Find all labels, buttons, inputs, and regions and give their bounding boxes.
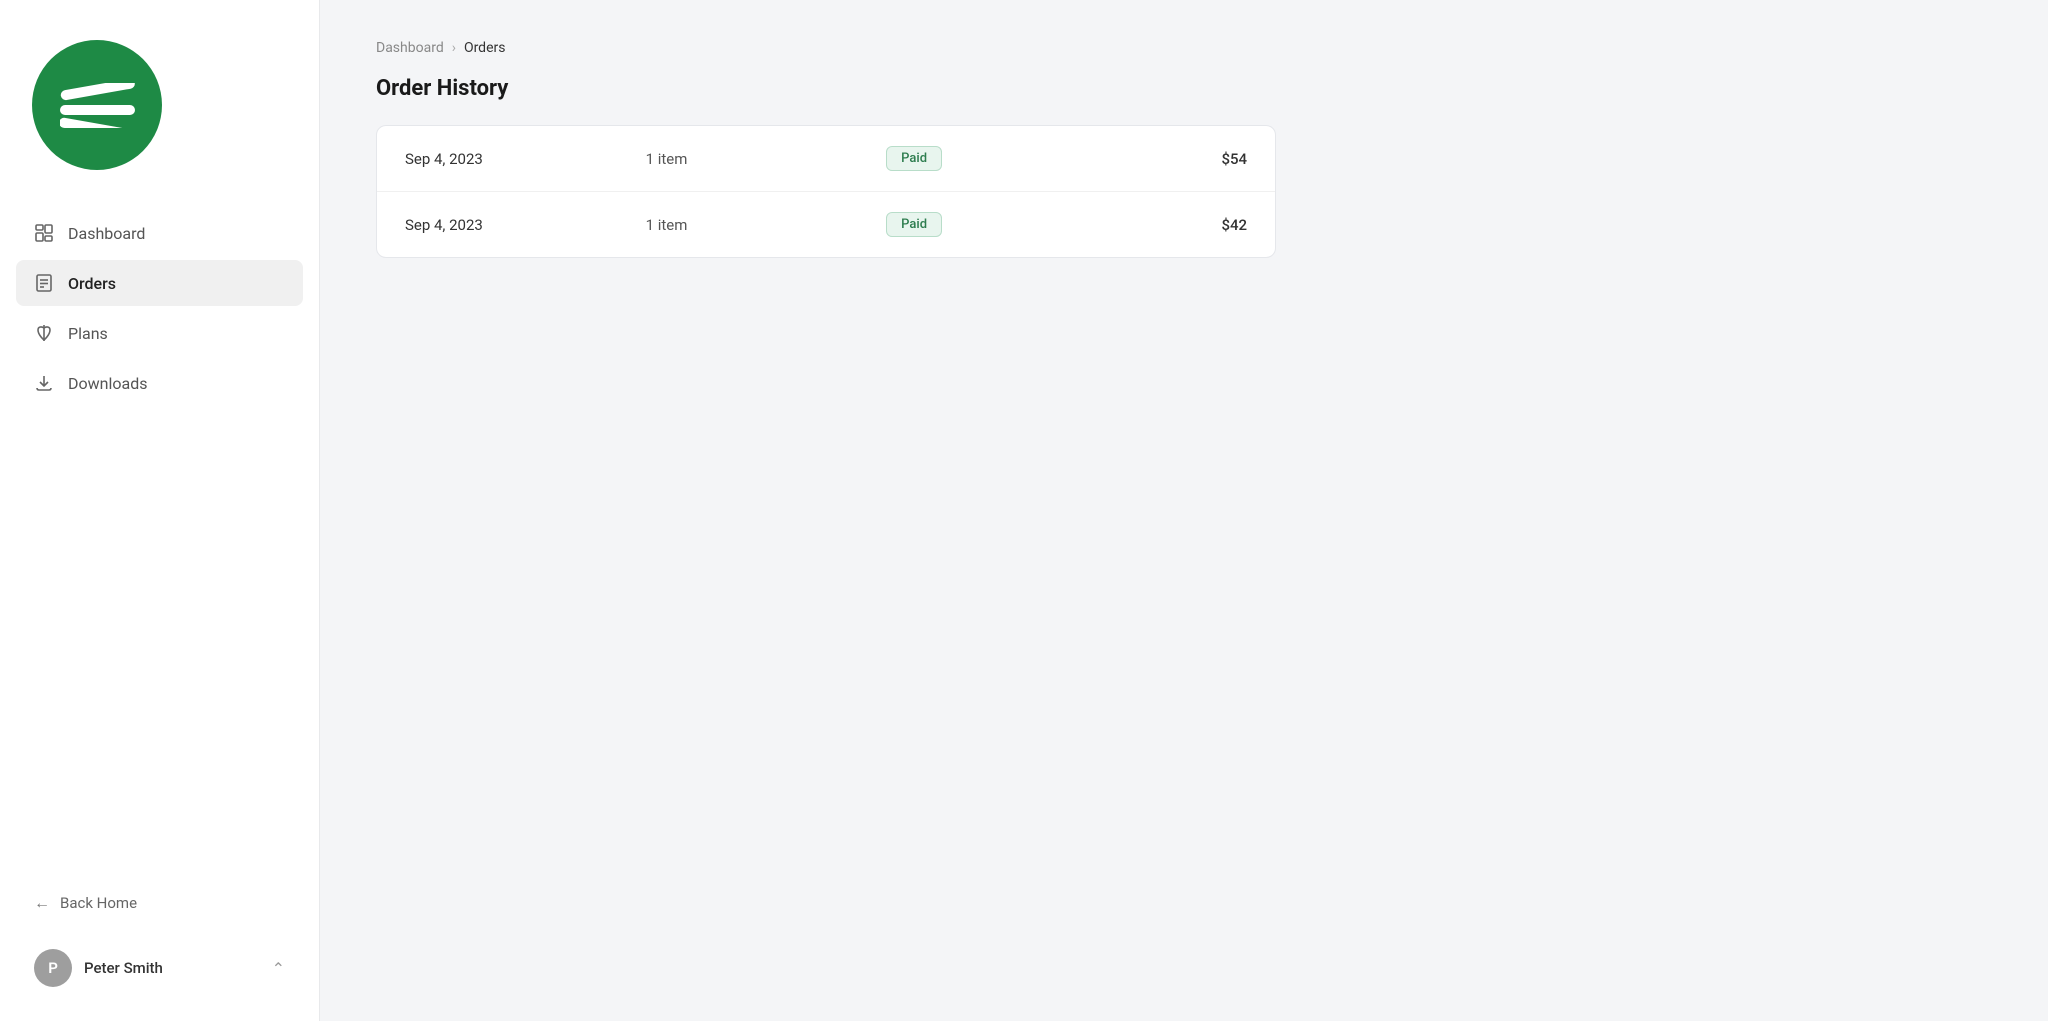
sidebar-item-orders-label: Orders (68, 274, 116, 293)
sidebar-item-dashboard[interactable]: Dashboard (16, 210, 303, 256)
downloads-icon (34, 373, 54, 393)
breadcrumb: Dashboard › Orders (376, 40, 1992, 56)
logo (32, 40, 162, 170)
order-amount: $54 (1127, 150, 1247, 168)
order-items: 1 item (646, 150, 887, 168)
main-content: Dashboard › Orders Order History Sep 4, … (320, 0, 2048, 1021)
back-home-arrow-icon: ← (34, 893, 50, 913)
sidebar-item-downloads-label: Downloads (68, 374, 147, 393)
order-items: 1 item (646, 216, 887, 234)
order-status: Paid (886, 146, 1127, 171)
dashboard-icon (34, 223, 54, 243)
page-title: Order History (376, 76, 1992, 101)
sidebar-item-plans-label: Plans (68, 324, 108, 343)
back-home-label: Back Home (60, 894, 137, 912)
plans-icon (34, 323, 54, 343)
sidebar-bottom: ← Back Home P Peter Smith ⌃ (0, 859, 319, 1021)
table-row[interactable]: Sep 4, 2023 1 item Paid $54 (377, 126, 1275, 192)
breadcrumb-parent[interactable]: Dashboard (376, 40, 444, 56)
logo-area (0, 0, 319, 202)
avatar: P (34, 949, 72, 987)
back-home-button[interactable]: ← Back Home (16, 883, 303, 923)
table-row[interactable]: Sep 4, 2023 1 item Paid $42 (377, 192, 1275, 257)
order-amount: $42 (1127, 216, 1247, 234)
order-date: Sep 4, 2023 (405, 216, 646, 234)
breadcrumb-current: Orders (464, 40, 506, 56)
orders-icon (34, 273, 54, 293)
status-badge: Paid (886, 212, 942, 237)
order-status: Paid (886, 212, 1127, 237)
sidebar-item-downloads[interactable]: Downloads (16, 360, 303, 406)
sidebar-item-orders[interactable]: Orders (16, 260, 303, 306)
logo-icon (60, 83, 135, 128)
sidebar-nav: Dashboard Orders Plans (0, 202, 319, 859)
orders-table: Sep 4, 2023 1 item Paid $54 Sep 4, 2023 … (376, 125, 1276, 258)
user-row[interactable]: P Peter Smith ⌃ (16, 939, 303, 997)
sidebar: Dashboard Orders Plans (0, 0, 320, 1021)
user-name: Peter Smith (84, 959, 260, 977)
status-badge: Paid (886, 146, 942, 171)
chevron-up-icon: ⌃ (272, 959, 285, 978)
sidebar-item-plans[interactable]: Plans (16, 310, 303, 356)
breadcrumb-separator: › (452, 40, 456, 56)
order-date: Sep 4, 2023 (405, 150, 646, 168)
sidebar-item-dashboard-label: Dashboard (68, 224, 145, 243)
